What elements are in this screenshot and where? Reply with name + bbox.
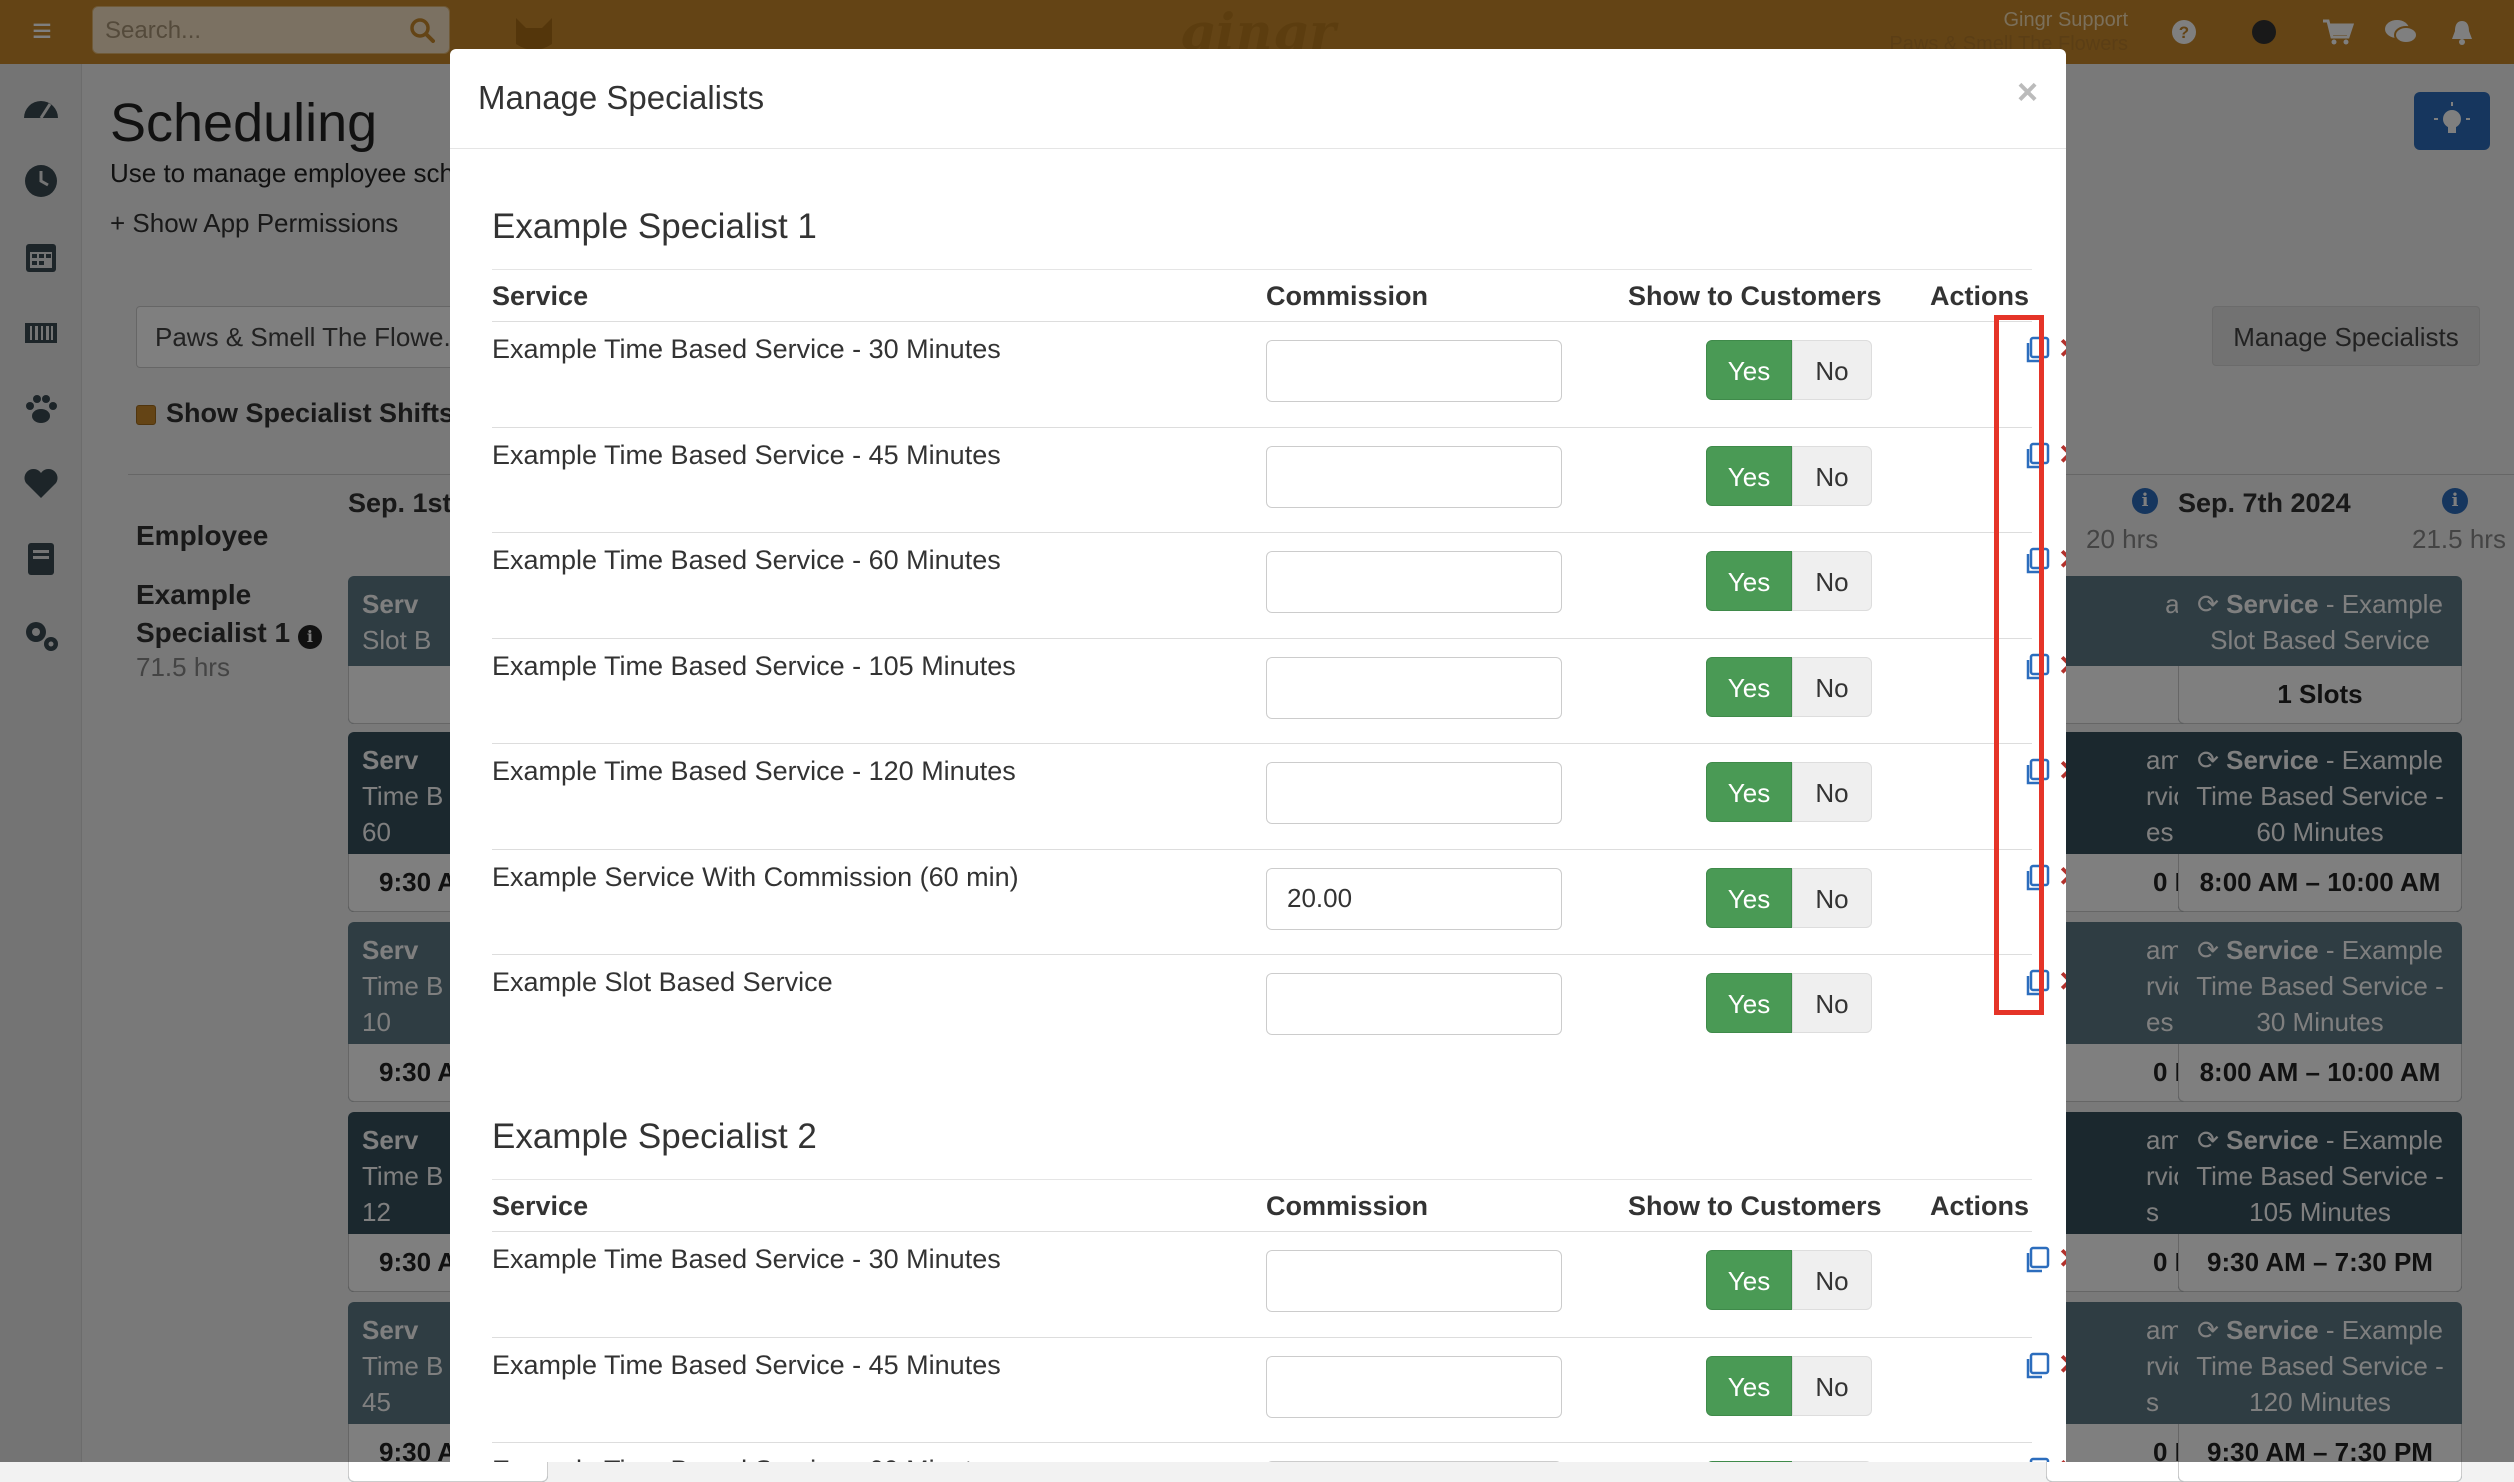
service-name: Example Time Based Service - 30 Minutes [492,1244,1001,1274]
copy-icon[interactable] [2024,1457,2050,1462]
modal-title: Manage Specialists [478,79,765,116]
copy-icon[interactable] [2024,1246,2050,1274]
divider [492,1179,2032,1180]
highlight-box [1994,315,2044,1015]
service-name: Example Time Based Service - 45 Minutes [492,439,1001,470]
show-yes-button[interactable]: Yes [1706,867,1792,928]
close-icon[interactable]: × [2017,71,2038,113]
show-no-button[interactable]: No [1792,973,1872,1033]
delete-icon[interactable]: ✕ [2058,1348,2066,1381]
service-name: Example Service With Commission (60 min) [492,861,1019,892]
table-row: Example Time Based Service - 30 Minutes Y… [492,1231,2066,1336]
commission-input[interactable] [1266,1355,1562,1418]
show-to-customers-column-header: Show to Customers [1628,1191,1882,1221]
commission-input[interactable] [1266,1250,1562,1312]
actions-column-header: Actions [1930,281,2030,311]
show-no-button[interactable]: No [1792,1250,1872,1310]
delete-icon[interactable]: ✕ [2058,860,2066,893]
delete-icon[interactable]: ✕ [2058,438,2066,471]
copy-icon[interactable] [2024,1352,2050,1380]
show-yes-button[interactable]: Yes [1706,656,1792,717]
show-no-button[interactable]: No [1792,762,1872,822]
service-name: Example Time Based Service - 120 Minutes [492,756,1016,786]
divider [492,269,2032,270]
table-row: Example Time Based Service - 45 Minutes Y… [492,1336,2066,1442]
show-yes-button[interactable]: Yes [1706,445,1792,506]
show-yes-button[interactable]: Yes [1706,762,1792,822]
show-no-button[interactable]: No [1792,340,1872,400]
delete-icon[interactable]: ✕ [2058,649,2066,682]
show-no-button[interactable]: No [1792,1355,1872,1416]
delete-icon[interactable]: ✕ [2058,332,2066,365]
show-yes-button[interactable]: Yes [1706,1355,1792,1416]
table-row: Example Time Based Service - 60 MinutesY… [492,1442,2066,1462]
table-row: Example Service With Commission (60 min)… [492,848,2066,954]
show-no-button[interactable]: No [1792,656,1872,717]
commission-input[interactable] [1266,445,1562,508]
show-yes-button[interactable]: Yes [1706,1250,1792,1310]
modal-header: Manage Specialists × [450,49,2066,149]
delete-icon[interactable]: ✕ [2058,1242,2066,1275]
table-row: Example Time Based Service - 45 Minutes Y… [492,426,2066,532]
table-row: Example Time Based Service - 30 Minutes Y… [492,321,2066,426]
show-no-button[interactable]: No [1792,445,1872,506]
delete-icon[interactable]: ✕ [2058,543,2066,576]
commission-column-header: Commission [1266,1191,1429,1221]
commission-input[interactable] [1266,973,1562,1035]
service-name: Example Time Based Service - 45 Minutes [492,1349,1001,1380]
table-row: Example Time Based Service - 105 Minutes… [492,637,2066,743]
show-no-button[interactable]: No [1792,551,1872,611]
service-column-header: Service [492,281,589,311]
commission-input[interactable] [1266,340,1562,402]
show-yes-button[interactable]: Yes [1706,340,1792,400]
show-no-button[interactable]: No [1792,867,1872,928]
service-name: Example Time Based Service - 105 Minutes [492,650,1016,681]
table-row: Example Slot Based Service YesNo ✕ [492,954,2066,1059]
commission-input[interactable] [1266,551,1562,613]
delete-icon[interactable]: ✕ [2058,1453,2066,1462]
show-to-customers-column-header: Show to Customers [1628,281,1882,311]
manage-specialists-modal: Manage Specialists × Example Specialist … [450,49,2066,1462]
show-yes-button[interactable]: Yes [1706,551,1792,611]
service-name: Example Time Based Service - 60 Minutes [492,545,1001,575]
delete-icon[interactable]: ✕ [2058,754,2066,787]
service-name: Example Time Based Service - 60 Minutes [492,1455,1001,1462]
delete-icon[interactable]: ✕ [2058,965,2066,998]
service-name: Example Time Based Service - 30 Minutes [492,334,1001,364]
service-column-header: Service [492,1191,589,1221]
table-row: Example Time Based Service - 60 Minutes Y… [492,532,2066,637]
show-yes-button[interactable]: Yes [1706,973,1792,1033]
commission-input[interactable] [1266,762,1562,824]
commission-input[interactable] [1266,867,1562,930]
service-name: Example Slot Based Service [492,967,833,997]
commission-input[interactable] [1266,656,1562,719]
actions-column-header: Actions [1930,1191,2030,1221]
commission-column-header: Commission [1266,281,1429,311]
specialist-1-title: Example Specialist 1 [492,207,817,246]
specialist-2-title: Example Specialist 2 [492,1117,817,1156]
table-row: Example Time Based Service - 120 Minutes… [492,743,2066,848]
